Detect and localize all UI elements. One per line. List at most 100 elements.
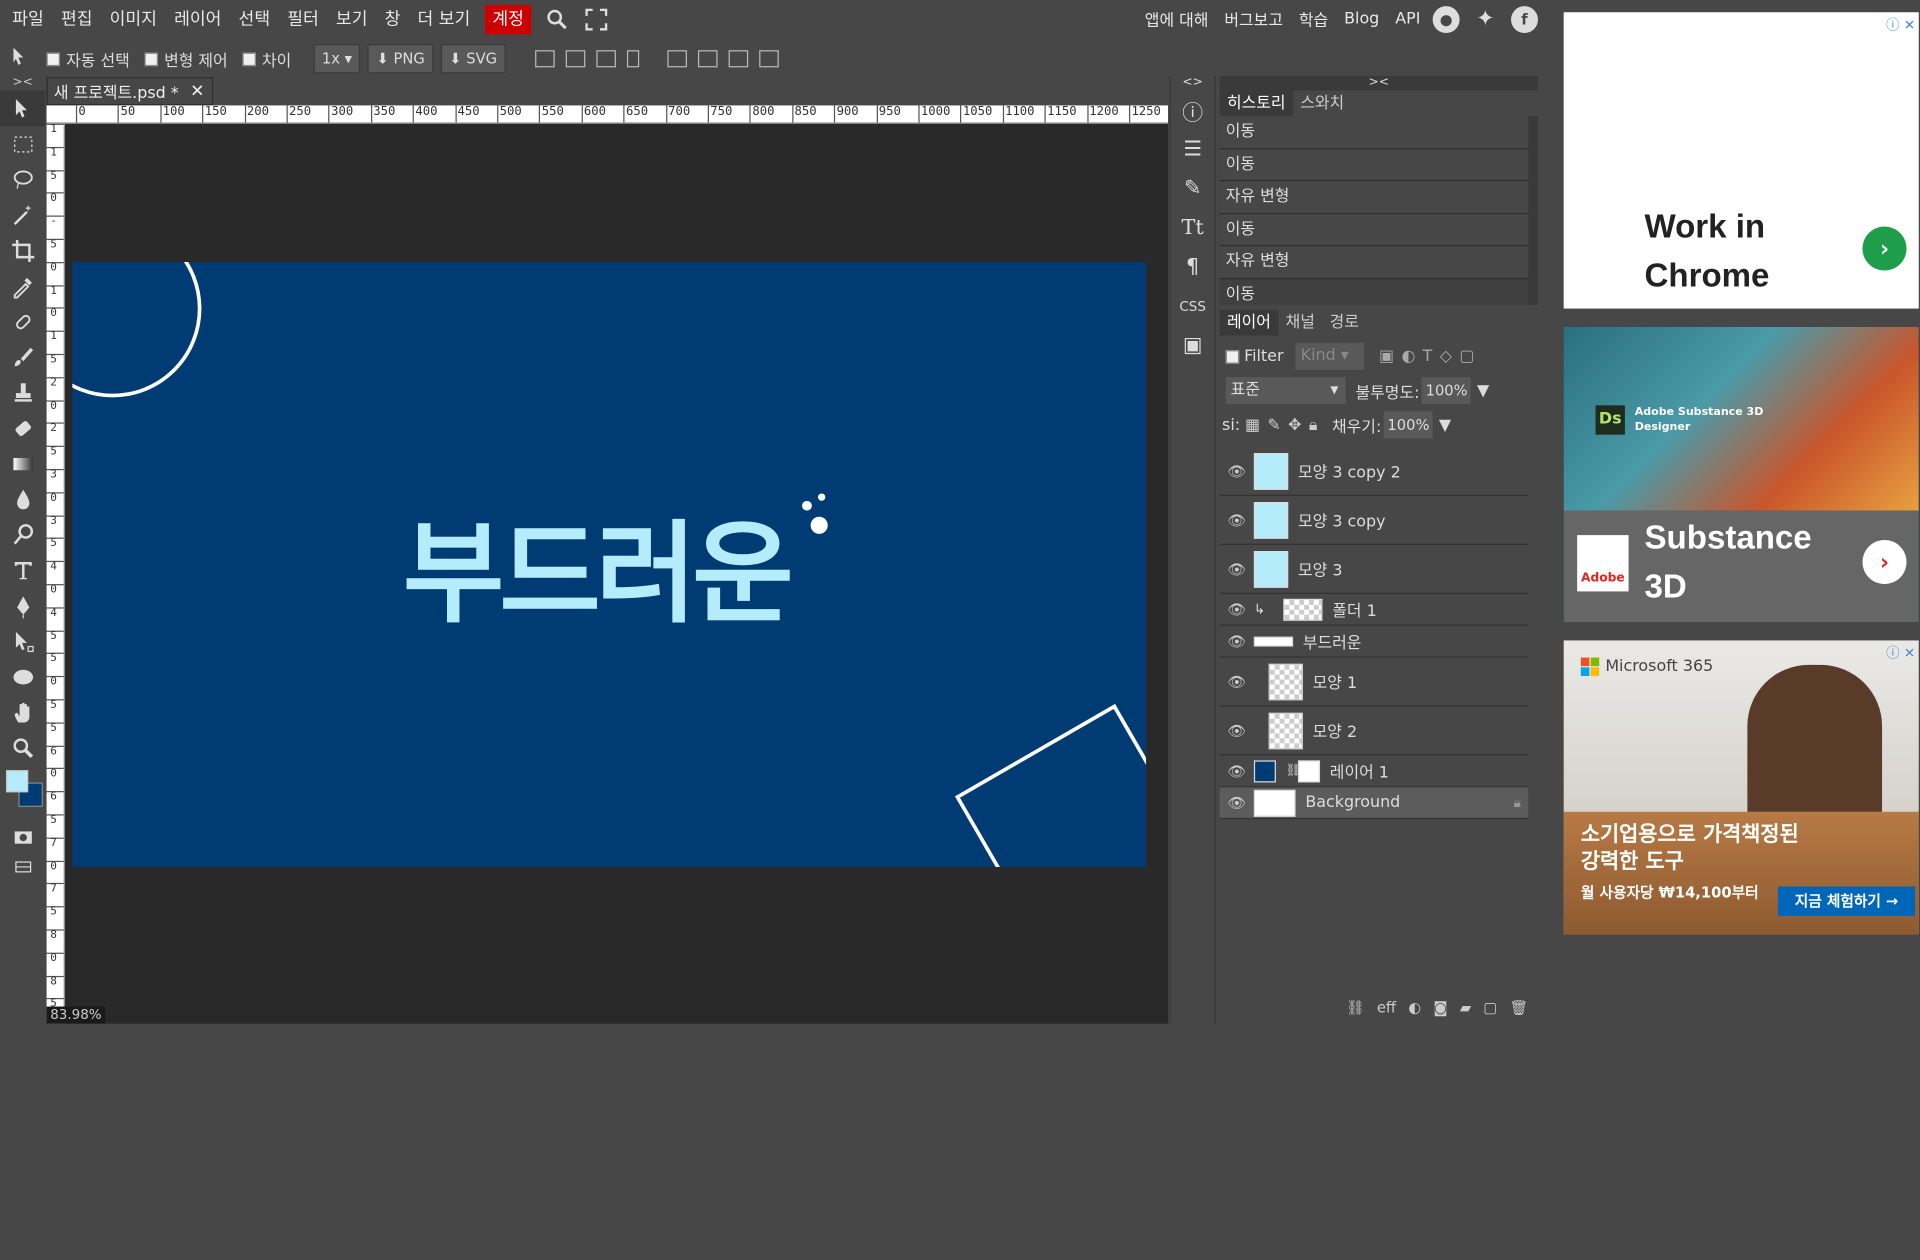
history-item[interactable]: 자유 변형: [1219, 246, 1529, 279]
history-item[interactable]: 이동: [1219, 116, 1529, 149]
auto-select-checkbox[interactable]: 자동 선택: [46, 47, 130, 70]
filter-smart-icon[interactable]: ▢: [1459, 347, 1474, 365]
eye-icon[interactable]: 👁︎: [1220, 462, 1254, 479]
collapse-toggle-icon[interactable]: <>: [1171, 76, 1215, 91]
tab-paths[interactable]: 경로: [1322, 310, 1366, 336]
eye-icon[interactable]: 👁︎: [1220, 722, 1254, 739]
gradient-tool-icon[interactable]: [0, 446, 45, 482]
lock-transparency-icon[interactable]: ▦: [1245, 416, 1260, 434]
scale-dropdown[interactable]: 1x ▾: [313, 44, 361, 74]
dodge-tool-icon[interactable]: [0, 517, 45, 553]
layer-row[interactable]: 👁︎ 모양 3: [1219, 545, 1529, 594]
link-blog[interactable]: Blog: [1344, 10, 1379, 28]
path-select-tool-icon[interactable]: [0, 623, 45, 659]
layer-row[interactable]: 👁︎ 모양 1: [1219, 658, 1529, 707]
tab-layers[interactable]: 레이어: [1219, 309, 1279, 336]
opacity-dropdown-icon[interactable]: ▼: [1477, 381, 1489, 399]
fill-dropdown-icon[interactable]: ▼: [1439, 416, 1451, 434]
align-top-icon[interactable]: [667, 50, 687, 68]
link-bug-report[interactable]: 버그보고: [1224, 7, 1283, 30]
filter-adjustment-icon[interactable]: ◐: [1401, 347, 1415, 365]
effects-button[interactable]: eff: [1377, 999, 1396, 1016]
foreground-color-swatch[interactable]: [6, 770, 29, 793]
document-canvas[interactable]: 부드러운: [72, 262, 1147, 867]
ad-close-icon[interactable]: ⓘ ✕: [1886, 643, 1915, 663]
eye-icon[interactable]: 👁︎: [1220, 762, 1254, 779]
ellipse-tool-icon[interactable]: [0, 659, 45, 695]
opacity-input[interactable]: 100%: [1421, 377, 1471, 405]
distances-checkbox[interactable]: 차이: [242, 47, 291, 70]
collapse-toggle-icon[interactable]: ><: [0, 76, 45, 91]
reddit-icon[interactable]: ●: [1432, 5, 1460, 33]
history-item[interactable]: 이동: [1219, 278, 1529, 305]
menu-filter[interactable]: 필터: [280, 4, 326, 33]
adjustment-layer-icon[interactable]: ◐: [1408, 999, 1421, 1016]
lock-position-icon[interactable]: ✥: [1288, 416, 1301, 434]
eye-icon[interactable]: 👁︎: [1220, 560, 1254, 577]
export-png-button[interactable]: ⬇ PNG: [367, 44, 434, 74]
menu-window[interactable]: 창: [377, 4, 407, 33]
ad-arrow-icon[interactable]: ›: [1862, 540, 1907, 585]
healing-tool-icon[interactable]: [0, 304, 45, 340]
lock-pixels-icon[interactable]: ✎: [1267, 416, 1280, 434]
fullscreen-icon[interactable]: [580, 4, 612, 33]
eye-icon[interactable]: 👁︎: [1220, 794, 1254, 811]
menu-image[interactable]: 이미지: [102, 4, 164, 33]
lasso-tool-icon[interactable]: [0, 162, 45, 198]
menu-view[interactable]: 보기: [329, 4, 375, 33]
ad-arrow-icon[interactable]: ›: [1862, 226, 1907, 271]
layer-row[interactable]: 👁︎ Background 🔒︎: [1219, 787, 1529, 820]
adjustments-icon[interactable]: ☰: [1171, 130, 1215, 169]
filter-image-icon[interactable]: ▣: [1379, 347, 1394, 365]
paragraph-icon[interactable]: ¶: [1171, 247, 1215, 286]
screen-mode-icon[interactable]: [0, 855, 45, 879]
eye-icon[interactable]: 👁︎: [1220, 601, 1254, 618]
transform-controls-checkbox[interactable]: 변형 제어: [144, 47, 228, 70]
css-icon[interactable]: CSS: [1171, 287, 1215, 326]
layer-row[interactable]: 👁︎ ⛓︎ 레이어 1: [1219, 756, 1529, 788]
kind-dropdown[interactable]: Kind ▾: [1295, 342, 1365, 370]
ad-cta-button[interactable]: 지금 체험하기 →: [1777, 886, 1916, 916]
facebook-icon[interactable]: f: [1511, 5, 1538, 33]
link-api[interactable]: API: [1395, 10, 1420, 28]
blend-mode-dropdown[interactable]: 표준 ▾: [1225, 377, 1346, 405]
new-folder-icon[interactable]: ▰: [1460, 999, 1471, 1016]
filter-checkbox[interactable]: [1225, 349, 1240, 364]
export-svg-button[interactable]: ⬇ SVG: [440, 44, 506, 74]
eye-icon[interactable]: 👁︎: [1220, 632, 1254, 649]
canvas-workarea[interactable]: 0 50 100 150 200 250 300 350 400 450 500 550 600 650 7…: [46, 105, 1169, 1024]
search-icon[interactable]: [541, 4, 573, 33]
align-left-icon[interactable]: [534, 50, 555, 68]
link-about[interactable]: 앱에 대해: [1145, 7, 1209, 30]
menu-select[interactable]: 선택: [231, 4, 277, 33]
trash-icon[interactable]: 🗑︎: [1510, 999, 1529, 1016]
history-item[interactable]: 이동: [1219, 148, 1529, 182]
filter-type-icon[interactable]: T: [1423, 347, 1433, 365]
lock-all-icon[interactable]: 🔒︎: [1309, 416, 1317, 434]
move-tool-icon[interactable]: [0, 90, 46, 127]
brush-tool-icon[interactable]: [0, 339, 45, 375]
layer-row[interactable]: 👁︎ 모양 3 copy: [1219, 496, 1529, 545]
eyedropper-tool-icon[interactable]: [0, 268, 45, 304]
ad-microsoft[interactable]: ⓘ ✕ Microsoft 365 소기업용으로 가격책정된 강력한 도구 월 사…: [1563, 640, 1919, 935]
document-tab[interactable]: 새 프로젝트.psd * ✕: [46, 77, 214, 106]
stamp-tool-icon[interactable]: [0, 375, 45, 411]
add-mask-icon[interactable]: ◙: [1433, 999, 1447, 1016]
history-item[interactable]: 자유 변형: [1219, 181, 1529, 214]
distribute-v-icon[interactable]: [759, 50, 779, 68]
ad-close-icon[interactable]: ⓘ ✕: [1886, 15, 1915, 35]
layer-row[interactable]: 👁︎ 모양 3 copy 2: [1219, 447, 1529, 496]
crop-tool-icon[interactable]: [0, 233, 45, 269]
menu-more[interactable]: 더 보기: [410, 4, 477, 33]
info-icon[interactable]: ⓘ: [1171, 91, 1215, 130]
tab-channels[interactable]: 채널: [1278, 310, 1322, 336]
blur-tool-icon[interactable]: [0, 481, 45, 517]
twitter-icon[interactable]: ✦: [1472, 6, 1499, 33]
character-icon[interactable]: Tt: [1171, 208, 1215, 247]
quick-mask-icon[interactable]: [0, 819, 45, 855]
distribute-h-icon[interactable]: [626, 50, 640, 68]
menu-layer[interactable]: 레이어: [167, 4, 229, 33]
close-icon[interactable]: ✕: [190, 81, 204, 101]
align-right-icon[interactable]: [596, 50, 616, 68]
align-bottom-icon[interactable]: [728, 50, 749, 68]
